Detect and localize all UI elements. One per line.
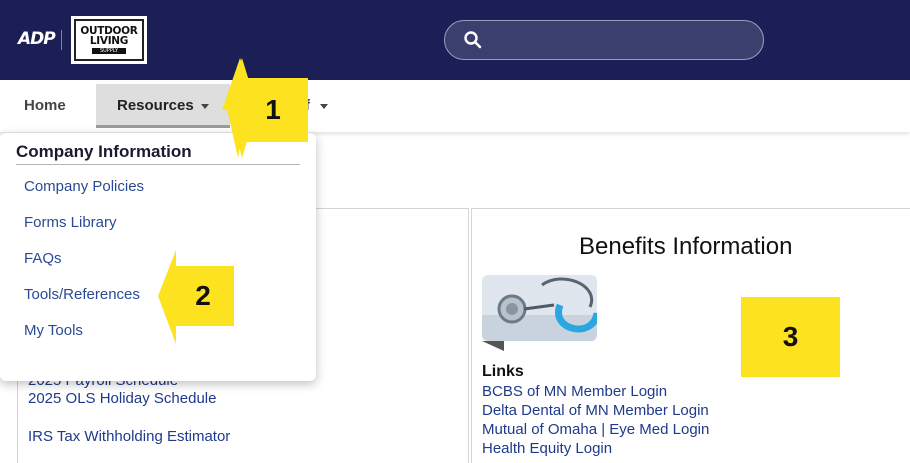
company-logo-line-3: SUPPLY [91, 48, 127, 54]
search-input[interactable] [444, 20, 764, 60]
nav-home-tab[interactable]: Home [24, 97, 66, 114]
eye-med-login-link[interactable]: Mutual of Omaha | Eye Med Login [482, 421, 709, 438]
callout-label-1: 1 [265, 94, 281, 125]
menu-item-company-policies[interactable]: Company Policies [24, 178, 144, 195]
callout-label-3: 3 [741, 297, 840, 377]
nav-resources-label[interactable]: Resources [117, 97, 194, 114]
bcbs-login-link[interactable]: BCBS of MN Member Login [482, 383, 667, 400]
company-logo[interactable]: OUTDOOR LIVING SUPPLY [71, 16, 147, 64]
company-logo-frame: OUTDOOR LIVING SUPPLY [74, 19, 144, 61]
company-logo-line-2: LIVING [89, 35, 129, 47]
health-equity-login-link[interactable]: Health Equity Login [482, 440, 612, 457]
links-heading: Links [482, 363, 524, 380]
dropdown-section-heading: Company Information [16, 142, 192, 161]
logo-divider [61, 30, 62, 50]
stethoscope-image [482, 275, 597, 341]
tax-estimator-link[interactable]: IRS Tax Withholding Estimator [28, 428, 230, 445]
menu-item-tools-references[interactable]: Tools/References [24, 286, 140, 303]
adp-logo[interactable]: ADP [18, 29, 56, 49]
search-icon[interactable] [463, 30, 483, 50]
menu-item-my-tools[interactable]: My Tools [24, 322, 83, 339]
callout-label-2: 2 [195, 280, 211, 311]
chevron-down-icon[interactable] [201, 104, 209, 109]
menu-item-faqs[interactable]: FAQs [24, 250, 62, 267]
benefits-title: Benefits Information [579, 233, 793, 260]
holiday-schedule-link[interactable]: 2025 OLS Holiday Schedule [28, 390, 216, 407]
delta-dental-login-link[interactable]: Delta Dental of MN Member Login [482, 402, 709, 419]
dropdown-divider [16, 164, 300, 165]
chevron-down-icon[interactable] [320, 104, 328, 109]
menu-item-forms-library[interactable]: Forms Library [24, 214, 117, 231]
image-corner-mark [482, 341, 504, 351]
